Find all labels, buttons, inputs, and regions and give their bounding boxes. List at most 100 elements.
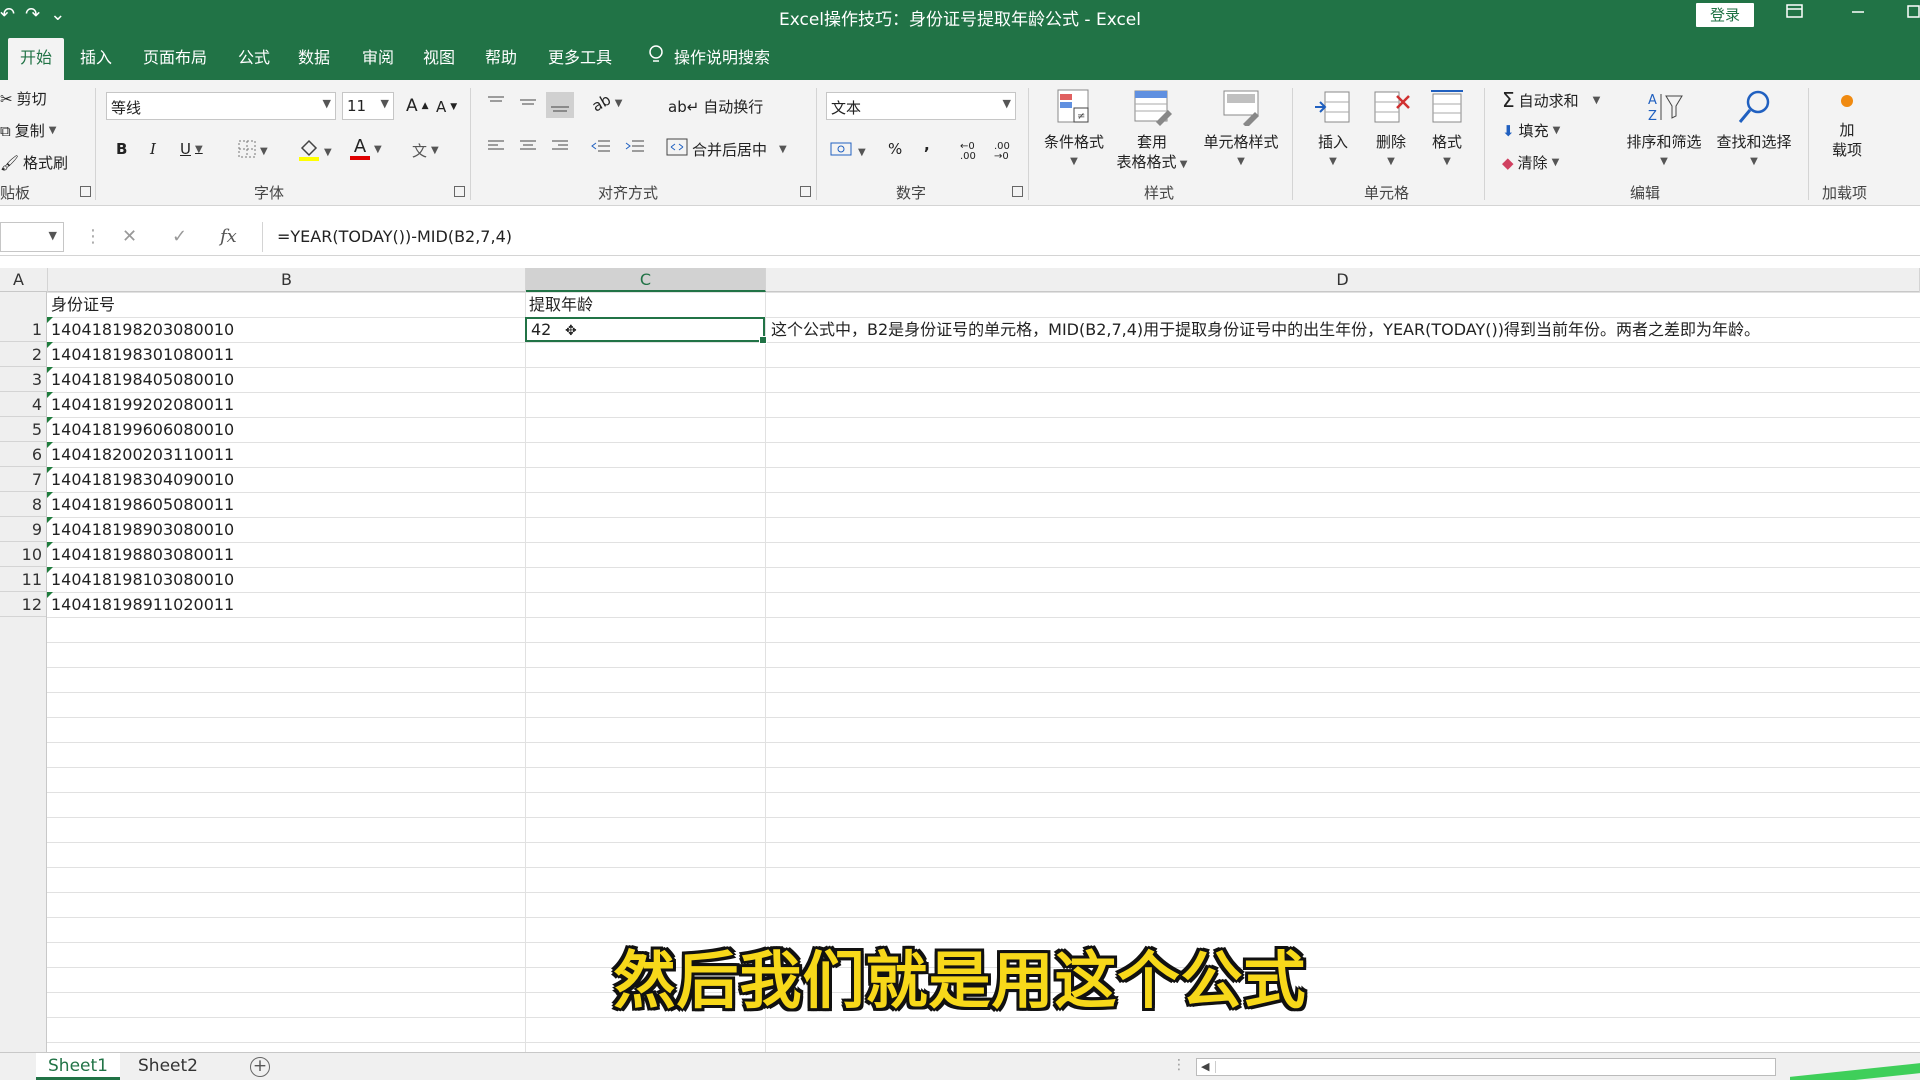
row-header[interactable]: 1 [0,317,46,342]
ribbon-display-icon[interactable] [1786,3,1804,24]
name-box[interactable]: ▼ [0,222,64,252]
id-number-cell[interactable]: 140418198903080010 [47,517,234,542]
tab-home[interactable]: 开始 [8,38,65,80]
row-header[interactable]: 9 [0,517,46,542]
phonetic-button[interactable]: 文 ▼ [412,140,439,161]
bold-button[interactable]: B [116,140,127,158]
delete-cells-button[interactable]: 删除 ▼ [1362,88,1420,172]
cancel-icon[interactable]: ✕ [122,226,137,247]
fill-color-button[interactable]: ▼ [298,138,332,166]
row-header[interactable]: 12 [0,592,46,617]
id-number-cell[interactable]: 140418200203110011 [47,442,234,467]
format-painter-button[interactable]: 🖌 格式刷 [0,152,68,173]
italic-button[interactable]: I [150,140,156,158]
fill-button[interactable]: ⬇ 填充 ▼ [1502,120,1560,141]
row-header[interactable]: 5 [0,417,46,442]
sort-filter-button[interactable]: AZ 排序和筛选 ▼ [1620,88,1708,172]
id-number-cell[interactable]: 140418198405080010 [47,367,234,392]
decrease-decimal-button[interactable]: .00 →0 [994,142,1010,162]
align-middle-button[interactable] [518,94,538,110]
id-number-cell[interactable]: 140418198911020011 [47,592,234,617]
align-center-button[interactable] [518,138,538,154]
row-header[interactable]: 7 [0,467,46,492]
orientation-button[interactable]: ab ▼ [589,91,623,116]
login-button[interactable]: 登录 [1696,3,1754,27]
id-number-cell[interactable]: 140418198301080011 [47,342,234,367]
restore-icon[interactable] [1906,3,1920,24]
tab-help[interactable]: 帮助 [485,44,517,68]
comma-style-button[interactable]: , [924,136,930,154]
decrease-indent-button[interactable] [590,138,612,154]
minimize-icon[interactable] [1850,3,1866,24]
id-number-cell[interactable]: 140418199202080011 [47,392,234,417]
row-header[interactable]: 10 [0,542,46,567]
align-top-button[interactable] [486,94,506,110]
row-header[interactable]: 11 [0,567,46,592]
id-number-cell[interactable]: 140418198304090010 [47,467,234,492]
wrap-text-button[interactable]: ab↵ 自动换行 [668,96,763,117]
increase-indent-button[interactable] [624,138,646,154]
column-header-b[interactable]: B [48,268,526,292]
sheet-tab-sheet1[interactable]: Sheet1 [36,1053,120,1080]
format-as-table-button[interactable]: 套用 表格格式 ▼ [1110,88,1194,175]
cell-d2-note[interactable]: 这个公式中，B2是身份证号的单元格，MID(B2,7,4)用于提取身份证号中的出… [767,317,1760,342]
tab-data[interactable]: 数据 [298,44,330,68]
number-launcher-icon[interactable] [1012,186,1023,197]
align-left-button[interactable] [486,138,506,154]
insert-function-icon[interactable]: fx [220,226,237,247]
grow-font-button[interactable]: A ▲ [406,96,429,116]
scroll-left-icon[interactable]: ◀ [1201,1060,1209,1073]
tab-formulas[interactable]: 公式 [238,44,270,68]
find-select-button[interactable]: 查找和选择 ▼ [1710,88,1798,172]
header-cell-c[interactable]: 提取年龄 [525,292,593,317]
scrollbar-thumb[interactable] [1215,1061,1775,1073]
clipboard-launcher-icon[interactable] [80,186,91,197]
alignment-launcher-icon[interactable] [800,186,811,197]
clear-button[interactable]: ◆ 清除 ▼ [1502,152,1559,173]
conditional-formatting-button[interactable]: ≠ 条件格式 ▼ [1036,88,1112,172]
align-right-button[interactable] [550,138,570,154]
tab-more-tools[interactable]: 更多工具 [548,44,612,68]
cell-styles-button[interactable]: 单元格样式 ▼ [1196,88,1286,172]
id-number-cell[interactable]: 140418198203080010 [47,317,234,342]
horizontal-scrollbar[interactable]: ◀ [1196,1058,1776,1076]
column-header-d[interactable]: D [766,268,1920,292]
tab-insert[interactable]: 插入 [80,44,112,68]
id-number-cell[interactable]: 140418198103080010 [47,567,234,592]
splitter-icon[interactable]: ⋮ [1172,1057,1186,1073]
accounting-format-button[interactable]: ▼ [830,140,866,164]
tell-me-search[interactable]: 操作说明搜索 [648,44,770,68]
insert-cells-button[interactable]: 插入 ▼ [1304,88,1362,172]
row-header[interactable]: 6 [0,442,46,467]
cut-button[interactable]: ✂ 剪切 [0,88,47,109]
row-header[interactable]: 3 [0,367,46,392]
column-header-a[interactable]: A [0,268,48,292]
row-header[interactable]: 2 [0,342,46,367]
borders-button[interactable]: ▼ [238,140,268,162]
format-cells-button[interactable]: 格式 ▼ [1418,88,1476,172]
add-ins-button[interactable]: 加 载项 [1822,88,1872,160]
shrink-font-button[interactable]: A ▼ [436,98,457,116]
autosum-button[interactable]: Σ 自动求和 ▼ [1502,88,1600,112]
align-bottom-button[interactable] [546,92,574,118]
number-format-select[interactable]: 文本 ▼ [826,92,1016,120]
font-launcher-icon[interactable] [454,186,465,197]
tab-review[interactable]: 审阅 [362,44,394,68]
enter-icon[interactable]: ✓ [172,226,187,247]
column-header-c[interactable]: C [526,268,766,292]
font-size-select[interactable]: 11 ▼ [342,92,394,120]
tab-page-layout[interactable]: 页面布局 [143,44,207,68]
font-name-select[interactable]: 等线 ▼ [106,92,336,120]
id-number-cell[interactable]: 140418199606080010 [47,417,234,442]
copy-button[interactable]: ⧉ 复制 ▼ [0,120,56,141]
tab-view[interactable]: 视图 [423,44,455,68]
row-header[interactable]: 4 [0,392,46,417]
percent-button[interactable]: % [888,140,902,158]
increase-decimal-button[interactable]: ←0.00 [960,142,976,162]
underline-button[interactable]: U ▼ [180,140,203,158]
merge-center-button[interactable]: 合并后居中 ▼ [666,138,787,160]
id-number-cell[interactable]: 140418198803080011 [47,542,234,567]
font-color-button[interactable]: A ▼ [350,138,382,160]
sheet-tab-sheet2[interactable]: Sheet2 [126,1053,210,1080]
id-number-cell[interactable]: 140418198605080011 [47,492,234,517]
